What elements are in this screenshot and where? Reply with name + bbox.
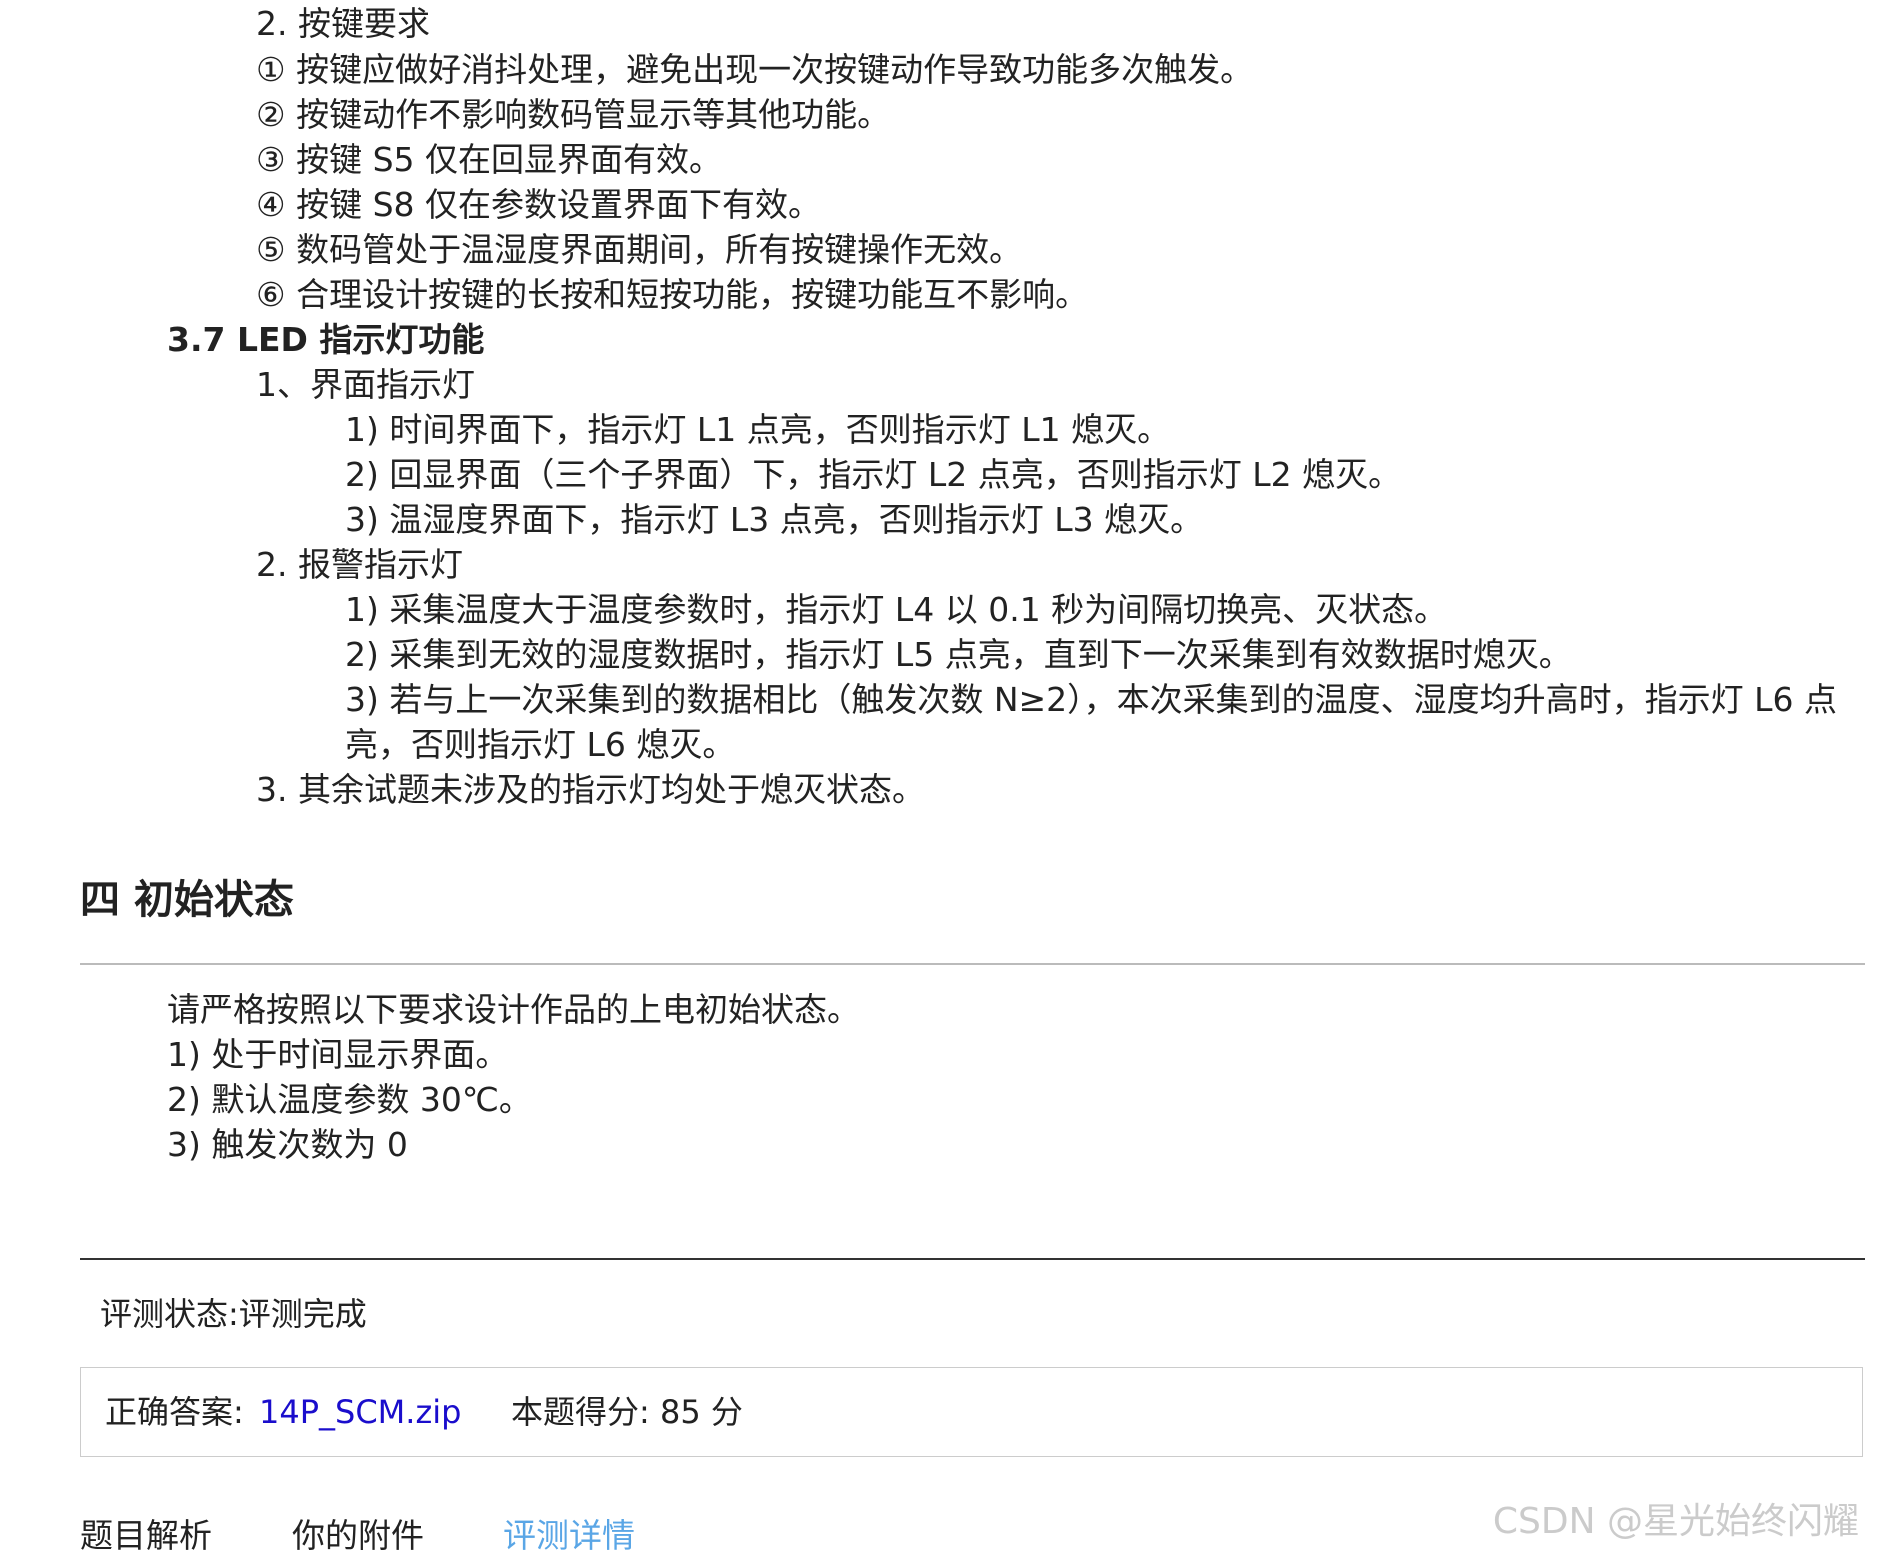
- status-value: 评测完成: [238, 1295, 367, 1333]
- initial-state-intro: 请严格按照以下要求设计作品的上电初始状态。: [167, 990, 860, 1029]
- initial-state-item: 1) 处于时间显示界面。: [167, 1035, 509, 1074]
- status-label: 评测状态:: [100, 1295, 239, 1333]
- csdn-watermark: CSDN @星光始终闪耀: [1492, 1501, 1859, 1542]
- key-requirement-item: ② 按键动作不影响数码管显示等其他功能。: [256, 95, 891, 134]
- score-text: 本题得分: 85 分: [511, 1393, 743, 1431]
- alarm-indicator-item: 1) 采集温度大于温度参数时，指示灯 L4 以 0.1 秒为间隔切换亮、灭状态。: [345, 590, 1448, 629]
- tab-evaluation-details[interactable]: 评测详情: [503, 1514, 635, 1551]
- answer-label: 正确答案:: [105, 1393, 244, 1431]
- answer-panel: 正确答案: 14P_SCM.zip 本题得分: 85 分: [80, 1367, 1863, 1457]
- interface-indicator-heading: 1、界面指示灯: [256, 365, 475, 404]
- initial-state-item: 3) 触发次数为 0: [167, 1125, 408, 1164]
- problem-detail-page: 2. 按键要求 ① 按键应做好消抖处理，避免出现一次按键动作导致功能多次触发。 …: [0, 0, 1887, 1551]
- section-divider: [80, 963, 1865, 965]
- key-requirement-item: ① 按键应做好消抖处理，避免出现一次按键动作导致功能多次触发。: [256, 50, 1254, 89]
- alarm-indicator-heading: 2. 报警指示灯: [256, 545, 463, 584]
- key-requirement-item: ③ 按键 S5 仅在回显界面有效。: [256, 140, 722, 179]
- tab-problem-analysis[interactable]: 题目解析: [80, 1514, 212, 1551]
- answer-file-link[interactable]: 14P_SCM.zip: [259, 1390, 461, 1434]
- tab-your-attachments[interactable]: 你的附件: [292, 1514, 424, 1551]
- initial-state-item: 2) 默认温度参数 30℃。: [167, 1080, 532, 1119]
- key-requirements-heading: 2. 按键要求: [256, 4, 430, 43]
- alarm-indicator-item-continued: 亮，否则指示灯 L6 熄灭。: [345, 725, 736, 764]
- interface-indicator-item: 1) 时间界面下，指示灯 L1 点亮，否则指示灯 L1 熄灭。: [345, 410, 1171, 449]
- interface-indicator-item: 3) 温湿度界面下，指示灯 L3 点亮，否则指示灯 L3 熄灭。: [345, 500, 1204, 539]
- other-indicator-note: 3. 其余试题未涉及的指示灯均处于熄灭状态。: [256, 770, 925, 809]
- led-section-heading: 3.7 LED 指示灯功能: [167, 320, 485, 359]
- initial-state-title: 四 初始状态: [80, 877, 294, 923]
- alarm-indicator-item: 3) 若与上一次采集到的数据相比（触发次数 N≥2），本次采集到的温度、湿度均升…: [345, 680, 1838, 719]
- key-requirement-item: ⑥ 合理设计按键的长按和短按功能，按键功能互不影响。: [256, 275, 1089, 314]
- evaluation-status: 评测状态:评测完成: [100, 1292, 367, 1336]
- interface-indicator-item: 2) 回显界面（三个子界面）下，指示灯 L2 点亮，否则指示灯 L2 熄灭。: [345, 455, 1402, 494]
- key-requirement-item: ⑤ 数码管处于温湿度界面期间，所有按键操作无效。: [256, 230, 1023, 269]
- alarm-indicator-item: 2) 采集到无效的湿度数据时，指示灯 L5 点亮，直到下一次采集到有效数据时熄灭…: [345, 635, 1572, 674]
- key-requirement-item: ④ 按键 S8 仅在参数设置界面下有效。: [256, 185, 821, 224]
- content-end-divider: [80, 1258, 1865, 1260]
